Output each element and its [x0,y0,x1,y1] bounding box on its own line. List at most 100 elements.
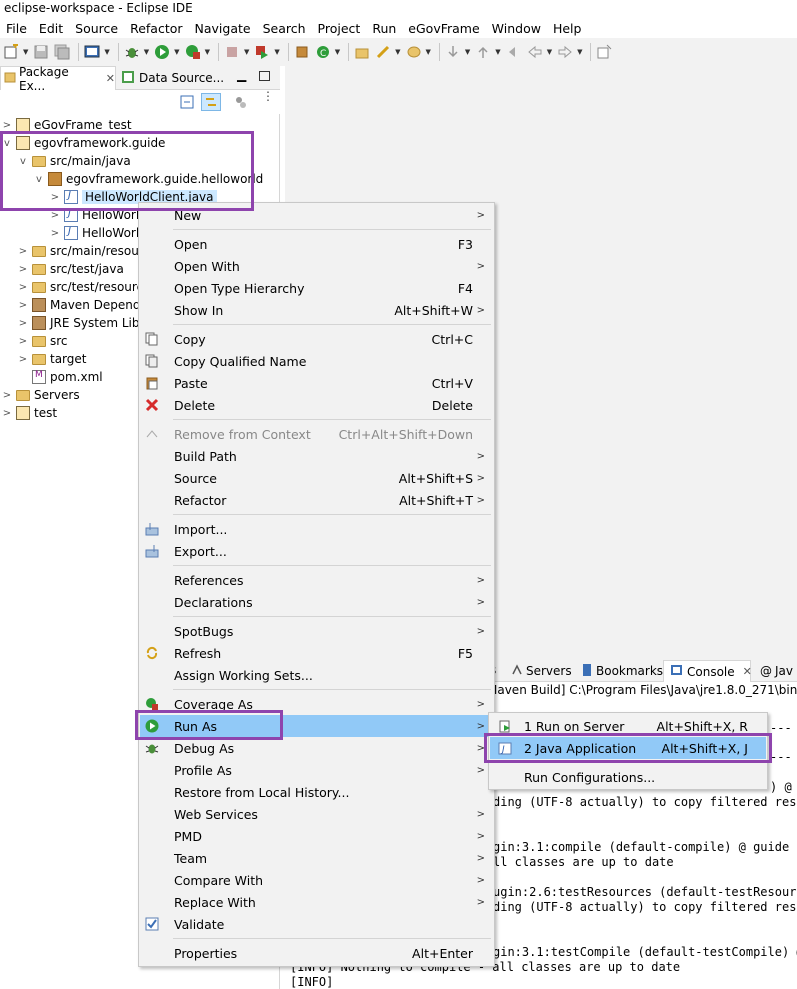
open-task-icon[interactable] [374,43,392,61]
menu-item-refactor[interactable]: Refactor Alt+Shift+T > [140,489,493,511]
search-icon[interactable] [405,43,423,61]
menu-item-properties[interactable]: Properties Alt+Enter [140,942,493,964]
menu-item-assign-working-sets[interactable]: Assign Working Sets... [140,664,493,686]
chevron-down-icon[interactable]: ▼ [547,48,552,56]
collapse-all-icon[interactable] [180,95,194,112]
chevron-right-icon[interactable]: > [18,264,28,275]
menu-project[interactable]: Project [312,21,367,36]
maximize-icon[interactable] [259,71,270,81]
save-icon[interactable] [32,43,50,61]
chevron-right-icon[interactable]: > [50,210,60,221]
chevron-down-icon[interactable]: ▼ [23,48,28,56]
debug-icon[interactable] [123,43,141,61]
tree-item[interactable]: > Maven Depende [18,296,148,314]
chevron-right-icon[interactable]: > [2,408,12,419]
menu-item-copy-qualified-name[interactable]: Copy Qualified Name [140,350,493,372]
chevron-right-icon[interactable]: > [18,354,28,365]
menu-help[interactable]: Help [547,21,588,36]
menu-item-team[interactable]: Team > [140,847,493,869]
menu-item-run-configurations[interactable]: Run Configurations... [490,766,766,788]
minimize-icon[interactable]: ▁ [237,68,246,82]
view-menu-icon[interactable]: ⋮ [262,90,274,102]
menu-item-profile-as[interactable]: Profile As > [140,759,493,781]
menu-item-validate[interactable]: Validate [140,913,493,935]
back-icon[interactable] [526,43,544,61]
chevron-right-icon[interactable]: > [2,390,12,401]
menu-item-references[interactable]: References > [140,569,493,591]
pin-editor-icon[interactable] [595,43,613,61]
chevron-down-icon[interactable]: ▼ [144,48,149,56]
chevron-right-icon[interactable]: > [18,336,28,347]
chevron-down-icon[interactable]: ▼ [395,48,400,56]
run-icon[interactable] [153,43,171,61]
chevron-down-icon[interactable]: ▼ [495,48,500,56]
tree-item[interactable]: > src [18,332,68,350]
menu-navigate[interactable]: Navigate [189,21,257,36]
new-icon[interactable] [2,43,20,61]
open-type-icon[interactable] [353,43,371,61]
tree-item[interactable]: > src/main/resour [18,242,144,260]
menu-item-spotbugs[interactable]: SpotBugs > [140,620,493,642]
menu-item-replace-with[interactable]: Replace With > [140,891,493,913]
menu-file[interactable]: File [0,21,33,36]
tree-item[interactable]: > src/test/java [18,260,124,278]
tab-servers[interactable]: Servers [511,660,572,682]
menu-item-export[interactable]: Export... [140,540,493,562]
chevron-right-icon[interactable]: > [2,120,12,131]
menu-run[interactable]: Run [366,21,402,36]
chevron-right-icon[interactable]: > [18,246,28,257]
menu-item-web-services[interactable]: Web Services > [140,803,493,825]
menu-item-source[interactable]: Source Alt+Shift+S > [140,467,493,489]
menu-egovframe[interactable]: eGovFrame [402,21,485,36]
chevron-down-icon[interactable]: ▼ [335,48,340,56]
menu-item-open-with[interactable]: Open With > [140,255,493,277]
last-edit-icon[interactable] [505,43,523,61]
chevron-down-icon[interactable]: ▼ [426,48,431,56]
menu-item-compare-with[interactable]: Compare With > [140,869,493,891]
menu-item-debug-as[interactable]: Debug As > [140,737,493,759]
menu-item-refresh[interactable]: Refresh F5 [140,642,493,664]
chevron-down-icon[interactable]: ▼ [244,48,249,56]
tab-bookmarks[interactable]: Bookmarks [581,660,663,682]
new-package-icon[interactable] [293,43,311,61]
menu-item-open[interactable]: Open F3 [140,233,493,255]
stop-icon[interactable] [223,43,241,61]
menu-item-pmd[interactable]: PMD > [140,825,493,847]
tree-item[interactable]: > JRE System Libra [18,314,152,332]
close-icon[interactable]: ✕ [106,72,115,85]
menu-window[interactable]: Window [486,21,547,36]
tree-item[interactable]: > src/test/resource [18,278,151,296]
coverage-icon[interactable] [184,43,202,61]
chevron-down-icon[interactable]: ▼ [577,48,582,56]
next-annotation-icon[interactable] [444,43,462,61]
menu-item-remove-from-context[interactable]: Remove from Context Ctrl+Alt+Shift+Down [140,423,493,445]
chevron-down-icon[interactable]: ▼ [104,48,109,56]
menu-item-build-path[interactable]: Build Path > [140,445,493,467]
chevron-down-icon[interactable]: ▼ [274,48,279,56]
chevron-down-icon[interactable]: ▼ [174,48,179,56]
link-with-editor-icon[interactable] [201,93,221,111]
tab-javadoc[interactable]: @ Jav [760,660,797,682]
chevron-right-icon[interactable]: > [18,318,28,329]
menu-item-delete[interactable]: Delete Delete [140,394,493,416]
forward-icon[interactable] [556,43,574,61]
chevron-right-icon[interactable]: > [18,300,28,311]
tree-item[interactable]: > Servers [2,386,80,404]
chevron-right-icon[interactable]: > [50,228,60,239]
tab-package-explorer[interactable]: Package Ex... ✕ [0,65,116,93]
menu-item-import[interactable]: Import... [140,518,493,540]
close-icon[interactable]: ✕ [743,665,752,678]
menu-item-show-in[interactable]: Show In Alt+Shift+W > [140,299,493,321]
save-all-icon[interactable] [53,43,71,61]
menu-search[interactable]: Search [257,21,312,36]
menu-item-restore-from-local-history[interactable]: Restore from Local History... [140,781,493,803]
tree-item[interactable]: pom.xml [18,368,103,386]
external-tools-icon[interactable] [253,43,271,61]
menu-source[interactable]: Source [69,21,124,36]
tree-item[interactable]: > target [18,350,87,368]
menu-edit[interactable]: Edit [33,21,69,36]
menu-item-paste[interactable]: Paste Ctrl+V [140,372,493,394]
menu-item-copy[interactable]: Copy Ctrl+C [140,328,493,350]
new-class-icon[interactable]: C [314,43,332,61]
menu-refactor[interactable]: Refactor [124,21,188,36]
